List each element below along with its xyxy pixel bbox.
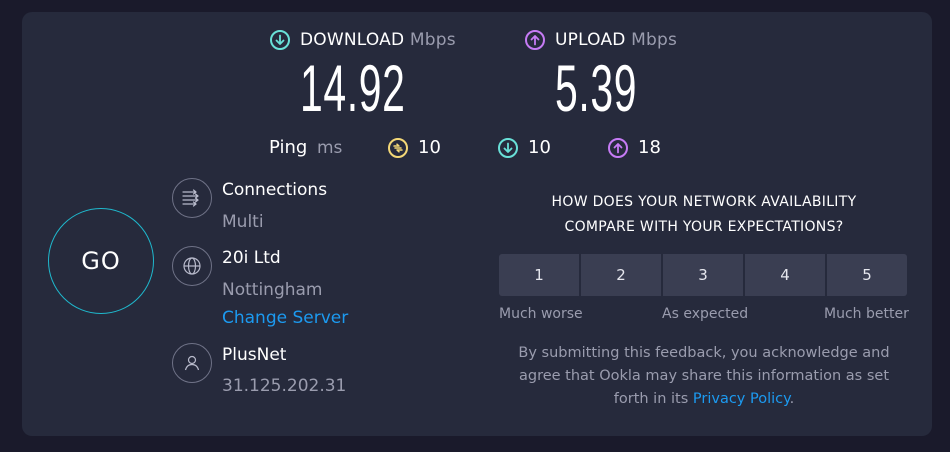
arrow-up-circle-icon <box>525 30 545 50</box>
server-name: 20i Ltd <box>222 248 281 268</box>
rating-option-2[interactable]: 2 <box>581 254 661 296</box>
upload-header: UPLOAD Mbps <box>525 30 677 50</box>
rating-option-1[interactable]: 1 <box>499 254 579 296</box>
feedback-question-line1: HOW DOES YOUR NETWORK AVAILABILITY <box>551 194 857 210</box>
ping-label: Ping <box>269 137 308 158</box>
disclaimer-line3-prefix: forth in its <box>613 391 689 407</box>
feedback-disclaimer: By submitting this feedback, you acknowl… <box>494 342 914 411</box>
upload-value: 5.39 <box>555 51 638 125</box>
rating-option-5[interactable]: 5 <box>827 254 907 296</box>
ping-upload: 18 <box>608 137 661 158</box>
go-button[interactable]: GO <box>48 208 154 314</box>
scale-low-label: Much worse <box>499 306 583 322</box>
rating-option-3[interactable]: 3 <box>663 254 743 296</box>
connections-title: Connections <box>222 180 328 200</box>
disclaimer-line3: forth in its Privacy Policy. <box>494 388 914 411</box>
ping-download-value: 10 <box>528 137 551 158</box>
download-value: 14.92 <box>300 51 406 125</box>
connections-value: Multi <box>222 212 264 232</box>
disclaimer-line1: By submitting this feedback, you acknowl… <box>518 345 890 361</box>
idle-latency-icon <box>388 137 408 158</box>
scale-mid-label: As expected <box>662 306 749 322</box>
disclaimer-line2: agree that Ookla may share this informat… <box>518 368 890 384</box>
server-location: Nottingham <box>222 280 323 300</box>
provider-name: PlusNet <box>222 345 287 365</box>
globe-icon <box>172 246 212 286</box>
download-label: DOWNLOAD Mbps <box>300 30 456 50</box>
ping-download: 10 <box>498 137 551 158</box>
rating-scale: 1 2 3 4 5 <box>499 254 907 296</box>
download-unit: Mbps <box>409 30 456 50</box>
rating-option-4[interactable]: 4 <box>745 254 825 296</box>
provider-ip: 31.125.202.31 <box>222 376 347 396</box>
arrow-down-circle-icon <box>270 30 290 50</box>
feedback-question: HOW DOES YOUR NETWORK AVAILABILITY COMPA… <box>499 190 909 240</box>
disclaimer-line3-suffix: . <box>789 391 795 407</box>
ping-unit: ms <box>317 138 343 158</box>
upload-unit: Mbps <box>631 30 678 50</box>
download-header: DOWNLOAD Mbps <box>270 30 456 50</box>
change-server-link[interactable]: Change Server <box>222 308 348 328</box>
arrow-down-circle-icon <box>498 137 518 158</box>
upload-label: UPLOAD Mbps <box>555 30 678 50</box>
scale-high-label: Much better <box>824 306 909 322</box>
ping-upload-value: 18 <box>638 137 661 158</box>
ping-idle: 10 <box>388 137 441 158</box>
privacy-policy-link[interactable]: Privacy Policy <box>693 391 790 407</box>
connections-icon <box>172 178 212 218</box>
feedback-question-line2: COMPARE WITH YOUR EXPECTATIONS? <box>564 219 844 235</box>
arrow-up-circle-icon <box>608 137 628 158</box>
ping-idle-value: 10 <box>418 137 441 158</box>
person-icon <box>172 343 212 383</box>
